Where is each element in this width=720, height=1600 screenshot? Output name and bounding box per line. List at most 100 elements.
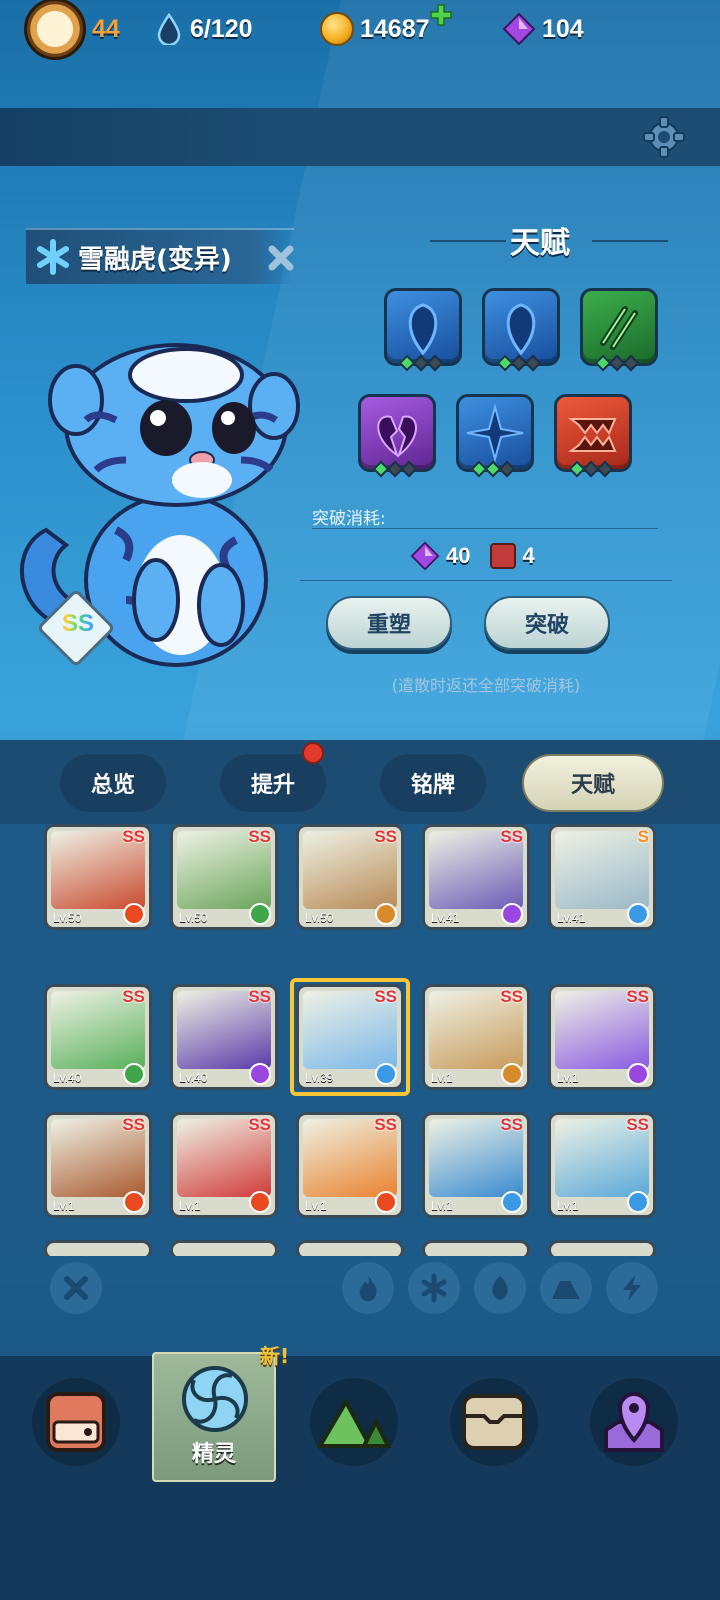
tab-talent[interactable]: 天赋 — [522, 754, 664, 812]
pet-card[interactable]: SS Lv.1 — [422, 984, 530, 1090]
filter-fire-button[interactable] — [342, 1262, 394, 1314]
pet-card-level: Lv.1 — [305, 1199, 327, 1213]
thunder-element-icon — [501, 903, 523, 925]
nav-backpack[interactable] — [32, 1378, 120, 1466]
breakthrough-hint: (遣散时返还全部突破消耗) — [391, 676, 581, 695]
map-pin-icon — [604, 1392, 664, 1452]
pet-name-banner: 雪融虎(变异) — [26, 228, 294, 284]
talent-slot-6[interactable] — [554, 394, 632, 478]
pet-card[interactable]: SS Lv.40 — [170, 984, 278, 1090]
pet-card[interactable]: SS Lv.41 — [422, 824, 530, 930]
pet-card-grade: SS — [374, 827, 397, 846]
breakthrough-button[interactable]: 突破 — [484, 596, 610, 650]
pet-card[interactable]: SS Lv.1 — [170, 1112, 278, 1218]
pet-card[interactable] — [548, 1240, 656, 1256]
fire-element-icon — [123, 1191, 145, 1213]
pet-card[interactable] — [422, 1240, 530, 1256]
stamina[interactable]: 6/120 — [156, 0, 253, 58]
pet-card[interactable]: SS Lv.1 — [548, 1112, 656, 1218]
pet-card[interactable]: SS Lv.40 — [44, 984, 152, 1090]
pet-card[interactable]: SS Lv.50 — [170, 824, 278, 930]
thunder-element-icon — [627, 1063, 649, 1085]
thunder-element-icon — [249, 1063, 271, 1085]
pet-card-level: Lv.40 — [53, 1071, 82, 1085]
pet-card-grade: SS — [122, 987, 145, 1006]
selection-frame — [290, 978, 410, 1096]
filter-grass-button[interactable] — [474, 1262, 526, 1314]
mountain-icon — [316, 1397, 392, 1448]
notification-dot — [302, 742, 324, 764]
fang-bite-icon — [568, 418, 617, 452]
leaf-icon — [492, 1276, 508, 1300]
ground-element-icon — [375, 903, 397, 925]
nav-adventure[interactable] — [310, 1378, 398, 1466]
player-avatar-icon[interactable] — [24, 0, 86, 60]
breakthrough-cost-label: 突破消耗: — [312, 509, 386, 529]
claw-slash-icon — [600, 306, 638, 350]
coins[interactable]: 14687 — [320, 0, 452, 58]
filter-thunder-button[interactable] — [606, 1262, 658, 1314]
tab-overview[interactable]: 总览 — [60, 754, 166, 812]
nav-map[interactable] — [590, 1378, 678, 1466]
pet-card[interactable] — [296, 1240, 404, 1256]
pet-card[interactable] — [44, 1240, 152, 1256]
pet-card-level: Lv.40 — [179, 1071, 208, 1085]
talent-title: 天赋 — [510, 226, 570, 261]
settings-gear-icon[interactable] — [642, 115, 686, 159]
fire-element-icon — [123, 903, 145, 925]
pet-card[interactable]: S Lv.41 — [548, 824, 656, 930]
pet-card-level: Lv.1 — [557, 1199, 579, 1213]
pet-card[interactable]: SS Lv.1 — [44, 1112, 152, 1218]
pet-card-grade: SS — [122, 1115, 145, 1134]
pet-card-grade: SS — [248, 1115, 271, 1134]
grass-element-icon — [249, 903, 271, 925]
nav-spirit-label: 精灵 — [191, 1442, 236, 1467]
ground-icon — [552, 1281, 580, 1299]
star-sparkle-icon — [466, 403, 524, 463]
talent-slot-4[interactable] — [358, 394, 436, 478]
pet-card-grade: SS — [500, 987, 523, 1006]
talent-slot-2[interactable] — [482, 288, 560, 372]
gem-cost-value: 40 — [446, 543, 471, 568]
pet-card-level: Lv.1 — [53, 1199, 75, 1213]
broken-heart-icon — [377, 415, 417, 458]
grade-badge-text: SS — [54, 610, 102, 638]
talent-slot-1[interactable] — [384, 288, 462, 372]
pet-card[interactable]: SS Lv.1 — [296, 1112, 404, 1218]
resource-bar — [0, 108, 720, 166]
pet-card-level: Lv.50 — [305, 911, 334, 925]
clear-filter-button[interactable] — [50, 1262, 102, 1314]
stamina-value: 6/120 — [190, 14, 253, 43]
pet-card-grade: SS — [500, 827, 523, 846]
ice-element-icon — [501, 1191, 523, 1213]
ice-icon — [421, 1273, 447, 1303]
backpack-icon — [46, 1392, 106, 1452]
player-level[interactable]: 44 — [24, 0, 120, 60]
talent-slot-3[interactable] — [580, 288, 658, 372]
pet-card[interactable]: SS Lv.1 — [548, 984, 656, 1090]
pet-list[interactable]: SS Lv.50 SS Lv.50 SS Lv.50 SS Lv.41 S Lv.41 SS Lv.4… — [0, 824, 720, 1256]
pet-card[interactable]: SS Lv.50 — [44, 824, 152, 930]
pet-card-grade: SS — [500, 1115, 523, 1134]
fire-element-icon — [375, 1191, 397, 1213]
talent-slot-5[interactable] — [456, 394, 534, 478]
gems[interactable]: 104 — [502, 0, 584, 58]
tab-nameplate[interactable]: 铭牌 — [380, 754, 486, 812]
pet-card[interactable] — [170, 1240, 278, 1256]
nav-storage[interactable] — [450, 1378, 538, 1466]
pet-card[interactable]: SS Lv.50 — [296, 824, 404, 930]
divider — [312, 528, 658, 529]
add-coins-plus-icon[interactable] — [430, 4, 452, 26]
pet-card-grade: S — [637, 827, 649, 846]
pet-card[interactable]: SS Lv.1 — [422, 1112, 530, 1218]
close-icon[interactable] — [266, 243, 296, 273]
coin-icon — [320, 12, 354, 46]
coins-value: 14687 — [360, 14, 430, 43]
ground-element-icon — [501, 1063, 523, 1085]
gems-value: 104 — [542, 14, 584, 43]
pet-name: 雪融虎(变异) — [78, 244, 232, 275]
filter-ice-button[interactable] — [408, 1262, 460, 1314]
pet-card-grade: SS — [626, 1115, 649, 1134]
reset-button[interactable]: 重塑 — [326, 596, 452, 650]
filter-ground-button[interactable] — [540, 1262, 592, 1314]
